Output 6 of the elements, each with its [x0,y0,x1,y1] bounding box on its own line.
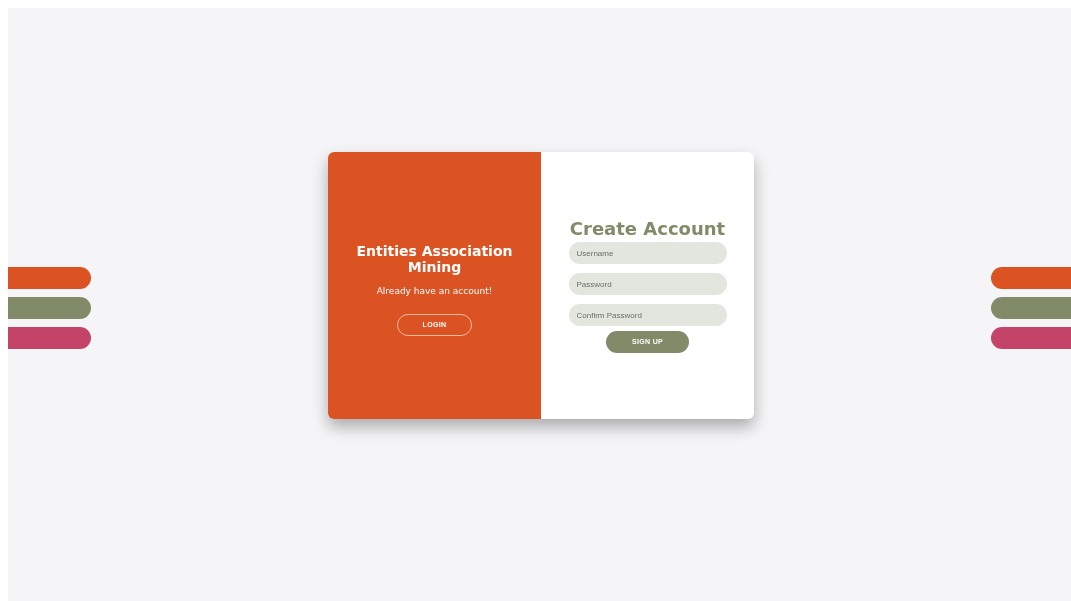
overlay-title: Entities Association Mining [355,242,514,275]
form-title: Create Account [569,218,726,240]
input-field[interactable]: Username [568,242,727,264]
input-field[interactable]: Password [568,273,727,295]
overlay-text: Already have an account! [376,284,493,298]
input-field[interactable]: Confirm Password [568,304,727,326]
